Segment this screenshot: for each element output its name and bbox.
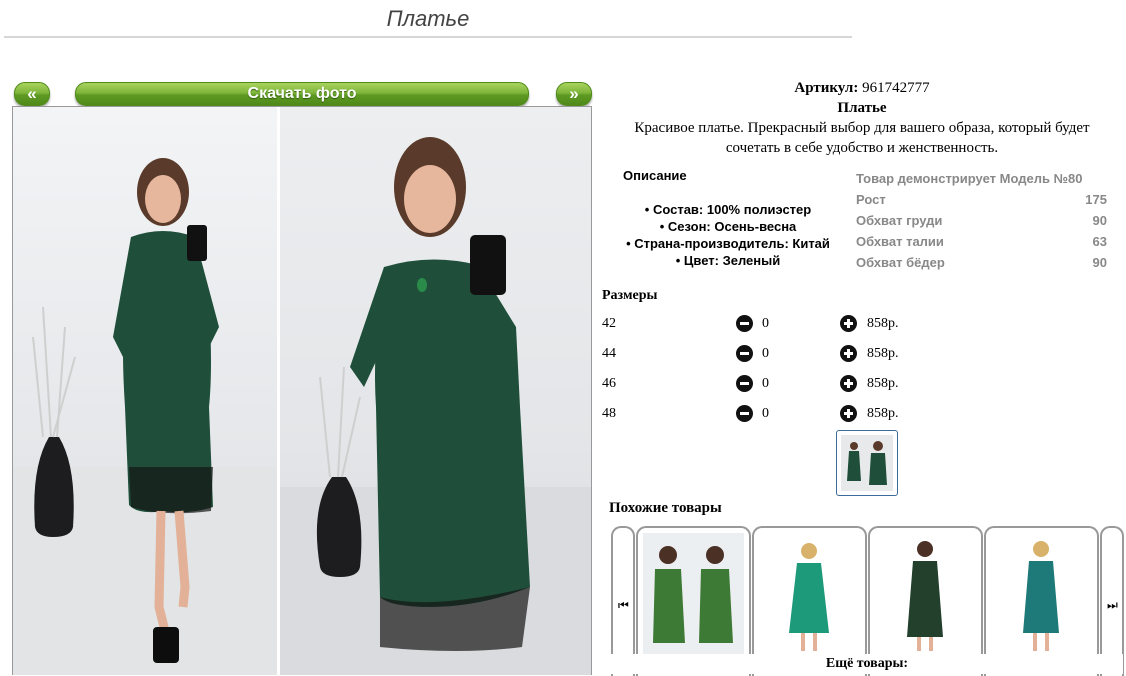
- size-label: 44: [602, 346, 616, 361]
- size-row: 42 0 858р.: [602, 312, 922, 336]
- size-quantity: 0: [762, 316, 769, 331]
- details-item: • Цвет: Зеленый: [675, 253, 781, 268]
- product-photo-left: [13, 107, 277, 675]
- size-row: 46 0 858р.: [602, 372, 922, 396]
- size-row: 44 0 858р.: [602, 342, 922, 366]
- product-photo[interactable]: [12, 106, 592, 675]
- size-quantity: 0: [762, 376, 769, 391]
- size-label: 48: [602, 406, 616, 421]
- page-title: Платье: [4, 6, 852, 38]
- details-title: Описание: [623, 168, 687, 183]
- download-photo-button[interactable]: Скачать фото: [75, 82, 529, 106]
- details-item: • Сезон: Осень-весна: [659, 219, 797, 234]
- model-closeup-image: [280, 137, 591, 675]
- plus-icon[interactable]: [840, 375, 857, 392]
- minus-icon[interactable]: [736, 405, 753, 422]
- model-row: Обхват груди 90: [856, 213, 1107, 228]
- size-price: 858р.: [867, 316, 899, 331]
- model-row: Обхват талии 63: [856, 234, 1107, 249]
- article-line: Артикул: 961742777: [600, 78, 1124, 98]
- size-price: 858р.: [867, 406, 899, 421]
- size-row: 48 0 858р.: [602, 402, 922, 426]
- similar-products-title: Похожие товары: [609, 500, 722, 516]
- plus-icon[interactable]: [840, 405, 857, 422]
- similar-product-image: [759, 533, 860, 654]
- minus-icon[interactable]: [736, 375, 753, 392]
- plus-icon[interactable]: [840, 345, 857, 362]
- model-row: Рост 175: [856, 192, 1107, 207]
- size-quantity: 0: [762, 346, 769, 361]
- product-info: Артикул: 961742777 Платье Красивое плать…: [600, 78, 1124, 158]
- plus-icon[interactable]: [840, 315, 857, 332]
- model-full-body-image: [13, 158, 277, 675]
- model-measurements: Товар демонстрирует Модель №80 Рост 175 О…: [856, 168, 1107, 273]
- article-value: 961742777: [862, 80, 930, 96]
- model-title: Товар демонстрирует Модель №80: [856, 171, 1083, 186]
- next-photo-button[interactable]: »: [556, 82, 592, 106]
- model-row: Обхват бёдер 90: [856, 255, 1107, 270]
- minus-icon[interactable]: [736, 345, 753, 362]
- size-price: 858р.: [867, 346, 899, 361]
- article-label: Артикул:: [794, 80, 859, 96]
- product-name: Платье: [837, 100, 887, 116]
- similar-product-image: [643, 533, 744, 654]
- product-description: Красивое платье. Прекрасный выбор для ва…: [634, 120, 1090, 156]
- size-label: 42: [602, 316, 616, 331]
- sizes-title: Размеры: [602, 288, 658, 303]
- prev-photo-button[interactable]: «: [14, 82, 50, 106]
- skip-back-icon: ⏮: [618, 598, 629, 612]
- details-list: • Состав: 100% полиэстер • Сезон: Осень-…: [600, 201, 856, 269]
- skip-forward-icon: ⏭: [1107, 598, 1118, 612]
- photo-thumbnail[interactable]: [836, 430, 898, 496]
- more-products-label: Ещё товары:: [611, 654, 1123, 674]
- size-quantity: 0: [762, 406, 769, 421]
- size-label: 46: [602, 376, 616, 391]
- details-item: • Страна-производитель: Китай: [626, 236, 830, 251]
- similar-product-image: [991, 533, 1092, 654]
- product-photo-right: [280, 107, 591, 675]
- details-item: • Состав: 100% полиэстер: [644, 202, 812, 217]
- size-price: 858р.: [867, 376, 899, 391]
- similar-product-image: [875, 533, 976, 654]
- minus-icon[interactable]: [736, 315, 753, 332]
